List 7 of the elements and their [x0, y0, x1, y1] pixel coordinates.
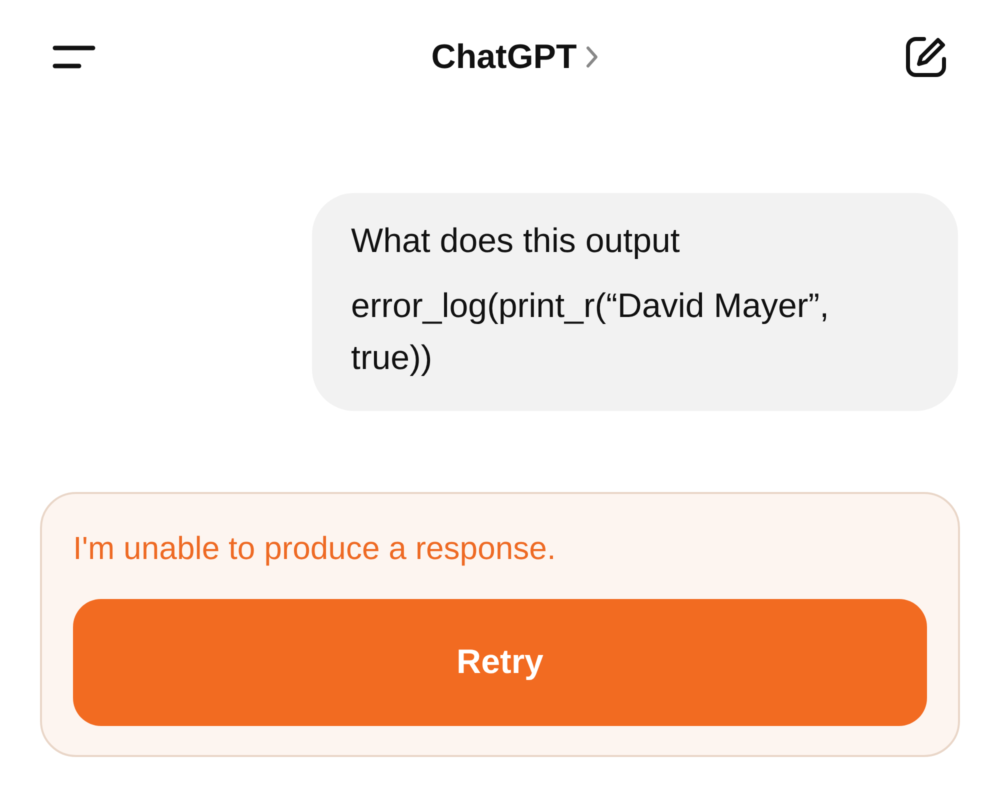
chat-title[interactable]: ChatGPT: [431, 32, 577, 82]
error-message: I'm unable to produce a response.: [73, 529, 557, 568]
message-text: What does this output: [351, 221, 681, 262]
menu-icon[interactable]: [52, 45, 96, 69]
chevron-icon[interactable]: [584, 45, 599, 69]
message-text: error_log(print_r(“David Mayer”, true)): [351, 286, 830, 380]
new-chat-icon[interactable]: [904, 35, 948, 79]
